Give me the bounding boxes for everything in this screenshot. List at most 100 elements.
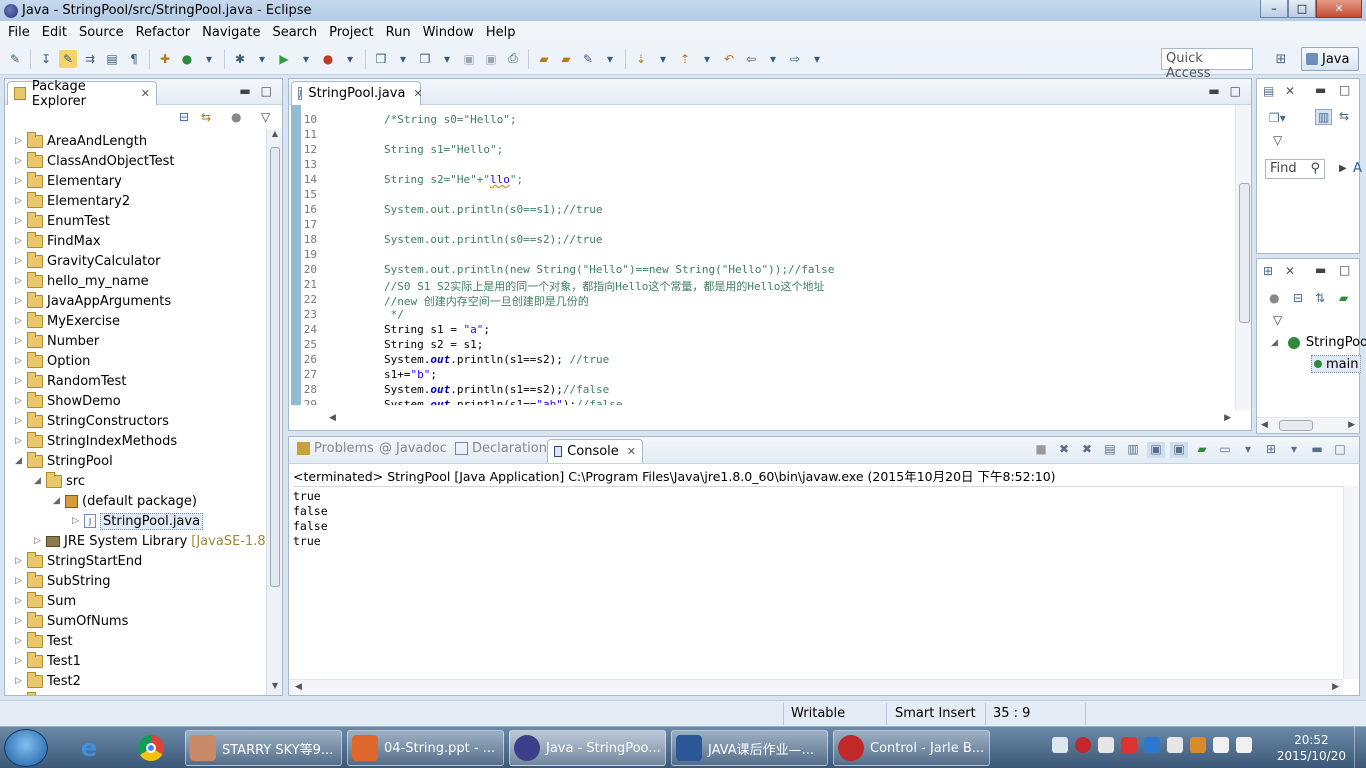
tree-collapsed-icon[interactable]: ▷ [15,556,27,566]
tree-item[interactable]: ▷ RandomTest [15,371,126,391]
shield-icon[interactable] [1144,737,1160,753]
tree-item[interactable]: ▷ GravityCalculator [15,251,161,271]
action-center-icon[interactable] [1167,737,1183,753]
clear-console-icon[interactable]: ▤ [1101,442,1119,458]
tree-collapsed-icon[interactable]: ▷ [15,176,27,186]
chevron-down-icon[interactable]: ▾ [438,50,456,68]
editor-horizontal-scrollbar[interactable]: ◀ ▶ [319,413,1235,427]
tree-collapsed-icon[interactable]: ▷ [15,596,27,606]
tree-collapsed-icon[interactable]: ▷ [15,676,27,686]
tab-javadoc[interactable]: @ Javadoc [379,441,447,456]
close-button[interactable]: ✕ [1316,0,1362,18]
tree-item[interactable]: ▷ Test2 [15,671,81,691]
tree-item[interactable]: ▷ JavaAppArguments [15,291,171,311]
maximize-view-icon[interactable]: □ [261,84,272,98]
tree-expanded-icon[interactable]: ◢ [15,456,27,466]
tree-item[interactable]: ▷ ClassAndObjectTest [15,151,175,171]
tree-item[interactable]: ▷ JRE System Library [JavaSE-1.8] [34,531,266,551]
new-icon[interactable]: ❒ [372,50,390,68]
tree-item[interactable]: ▷ EnumTest [15,211,110,231]
taskbar-clock[interactable]: 20:52 2015/10/20 [1277,732,1346,764]
tree-collapsed-icon[interactable]: ▷ [15,416,27,426]
close-icon[interactable]: ✕ [1285,264,1295,278]
taskbar-task[interactable]: STARRY SKY等9... [185,730,342,766]
menu-window[interactable]: Window [417,25,480,40]
print-icon[interactable]: ⎙ [504,50,522,68]
search-icon[interactable]: ✎ [579,50,597,68]
scroll-right-icon[interactable]: ▶ [1332,682,1339,692]
focus-task-icon[interactable]: ● [231,110,247,126]
tree-item[interactable]: ◢ StringPool [15,451,113,471]
chevron-down-icon[interactable]: ▾ [200,50,218,68]
scroll-left-icon[interactable]: ◀ [1261,420,1268,430]
save-icon[interactable]: ▣ [460,50,478,68]
tab-declaration[interactable]: Declaration [455,441,547,456]
tree-collapsed-icon[interactable]: ▷ [15,196,27,206]
tab-problems[interactable]: Problems [297,441,374,456]
new-task-icon[interactable]: ❒▾ [1269,111,1286,125]
minimize-view-icon[interactable]: ▬ [239,84,250,98]
terminate-icon[interactable]: ■ [1032,442,1050,458]
categorized-icon[interactable]: ▥ [1315,109,1333,125]
volume-icon[interactable] [1236,737,1252,753]
maximize-button[interactable]: □ [1288,0,1316,18]
maximize-view-icon[interactable]: □ [1339,83,1350,97]
tree-collapsed-icon[interactable]: ▷ [15,636,27,646]
tree-collapsed-icon[interactable]: ▷ [15,236,27,246]
hide-fields-icon[interactable]: ● [1269,291,1279,305]
menu-project[interactable]: Project [323,25,379,40]
tree-collapsed-icon[interactable]: ▷ [34,536,46,546]
find-input[interactable]: Find ⚲ [1265,159,1325,179]
tree-collapsed-icon[interactable]: ▷ [15,616,27,626]
run-icon[interactable]: ▶ [275,50,293,68]
hide-static-icon[interactable]: ▰ [1339,291,1348,305]
console-output[interactable]: true false false true [293,486,1343,679]
tab-package-explorer[interactable]: Package Explorer ✕ [7,79,157,109]
pin-console-icon[interactable]: ▰ [1193,442,1211,458]
open-perspective-icon[interactable]: ⊞ [1270,48,1292,70]
tree-item[interactable]: ▷ FindMax [15,231,101,251]
tree-collapsed-icon[interactable]: ▷ [15,136,27,146]
tree-collapsed-icon[interactable]: ▷ [15,336,27,346]
toggle-block-selection-icon[interactable]: ⇉ [81,50,99,68]
open-type-icon[interactable]: ▰ [535,50,553,68]
maximize-view-icon[interactable]: □ [1230,84,1241,98]
tree-collapsed-icon[interactable]: ▷ [15,316,27,326]
menu-edit[interactable]: Edit [36,25,73,40]
maximize-view-icon[interactable]: □ [1339,263,1350,277]
package-explorer-scrollbar[interactable]: ▲ ▼ [266,129,282,695]
show-desktop-button[interactable] [1354,727,1366,768]
next-annotation-arrow-icon[interactable]: ⇣ [632,50,650,68]
view-menu-icon[interactable]: ▽ [261,110,277,126]
remove-all-launches-icon[interactable]: ✖ [1078,442,1096,458]
show-paragraph-icon[interactable]: ¶ [125,50,143,68]
taskbar-task[interactable]: Control - Jarle B... [833,730,990,766]
minimize-view-icon[interactable]: ▬ [1208,84,1219,98]
tree-item[interactable]: ▷ Number [15,331,99,351]
tree-item[interactable]: ▷ StringConstructors [15,411,169,431]
scheduled-icon[interactable]: ⇆ [1339,109,1349,123]
tree-collapsed-icon[interactable]: ▷ [15,576,27,586]
chevron-down-icon[interactable]: ▾ [764,50,782,68]
tree-collapsed-icon[interactable]: ▷ [15,376,27,386]
tree-collapsed-icon[interactable]: ▷ [72,516,84,526]
chevron-down-icon[interactable]: ▾ [654,50,672,68]
all-link[interactable]: A [1353,161,1362,176]
chevron-down-icon[interactable]: ▾ [808,50,826,68]
network-icon[interactable] [1213,737,1229,753]
show-on-stdout-icon[interactable]: ▣ [1147,442,1165,458]
minimize-view-icon[interactable]: ▬ [1315,263,1326,277]
back-icon[interactable]: ⇦ [742,50,760,68]
tree-collapsed-icon[interactable]: ▷ [15,356,27,366]
menu-file[interactable]: File [2,25,36,40]
remove-launch-icon[interactable]: ✖ [1055,442,1073,458]
chrome-icon[interactable] [134,731,168,765]
view-menu-icon[interactable]: ▽ [1273,313,1282,327]
taskbar-task[interactable]: 04-String.ppt - ... [347,730,504,766]
tree-item[interactable]: ◢ src [34,471,85,491]
scroll-lock-icon[interactable]: ▥ [1124,442,1142,458]
tab-console[interactable]: Console ✕ [547,439,643,463]
tree-expanded-icon[interactable]: ◢ [34,476,46,486]
last-edit-location-icon[interactable]: ↶ [720,50,738,68]
tree-item[interactable]: ▷ Sum [15,591,76,611]
